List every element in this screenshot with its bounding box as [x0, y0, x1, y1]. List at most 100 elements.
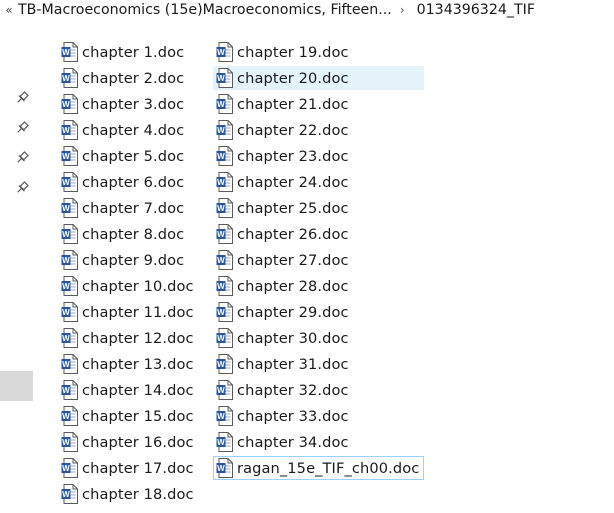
file-name-label: chapter 24.doc	[237, 173, 349, 191]
file-name-label: chapter 6.doc	[82, 173, 185, 191]
file-item[interactable]: Wchapter 4.doc	[58, 118, 184, 142]
word-document-icon: W	[216, 120, 234, 140]
file-item[interactable]: Wchapter 29.doc	[213, 300, 349, 324]
file-name-label: chapter 13.doc	[82, 355, 194, 373]
file-name-label: chapter 10.doc	[82, 277, 194, 295]
file-item[interactable]: Wchapter 20.doc	[213, 66, 424, 90]
nav-pane-selected-item[interactable]	[0, 371, 33, 401]
navigation-pane	[0, 20, 34, 513]
file-item[interactable]: Wchapter 30.doc	[213, 326, 349, 350]
file-item[interactable]: Wchapter 11.doc	[58, 300, 194, 324]
file-item[interactable]: Wchapter 2.doc	[58, 66, 184, 90]
pin-icon[interactable]	[14, 150, 30, 166]
file-item[interactable]: Wchapter 24.doc	[213, 170, 349, 194]
file-name-label: chapter 16.doc	[82, 433, 194, 451]
svg-text:W: W	[217, 464, 225, 473]
svg-text:W: W	[62, 178, 70, 187]
svg-text:W: W	[62, 204, 70, 213]
svg-text:W: W	[217, 256, 225, 265]
file-name-label: chapter 12.doc	[82, 329, 194, 347]
breadcrumb-overflow-button[interactable]: «	[2, 3, 16, 17]
file-name-label: chapter 32.doc	[237, 381, 349, 399]
file-item[interactable]: Wchapter 19.doc	[213, 40, 349, 64]
file-item[interactable]: Wchapter 6.doc	[58, 170, 184, 194]
breadcrumb-item-current-folder[interactable]: 0134396324_TIF	[417, 2, 535, 18]
word-document-icon: W	[61, 276, 79, 296]
word-document-icon: W	[61, 380, 79, 400]
file-item[interactable]: Wchapter 22.doc	[213, 118, 349, 142]
word-document-icon: W	[61, 94, 79, 114]
file-item[interactable]: Wchapter 27.doc	[213, 248, 349, 272]
pin-icon[interactable]	[14, 180, 30, 196]
file-name-label: chapter 1.doc	[82, 43, 185, 61]
word-document-icon: W	[216, 250, 234, 270]
file-item[interactable]: Wragan_15e_TIF_ch00.doc	[213, 456, 424, 480]
file-item[interactable]: Wchapter 25.doc	[213, 196, 349, 220]
word-document-icon: W	[61, 432, 79, 452]
file-name-label: chapter 25.doc	[237, 199, 349, 217]
file-item[interactable]: Wchapter 33.doc	[213, 404, 349, 428]
file-item[interactable]: Wchapter 17.doc	[58, 456, 194, 480]
file-item[interactable]: Wchapter 34.doc	[213, 430, 349, 454]
svg-text:W: W	[217, 152, 225, 161]
svg-text:W: W	[62, 152, 70, 161]
file-name-label: chapter 23.doc	[237, 147, 349, 165]
file-item[interactable]: Wchapter 32.doc	[213, 378, 349, 402]
pin-icon[interactable]	[14, 120, 30, 136]
file-item[interactable]: Wchapter 14.doc	[58, 378, 194, 402]
file-name-label: chapter 26.doc	[237, 225, 349, 243]
file-item[interactable]: Wchapter 12.doc	[58, 326, 194, 350]
file-item[interactable]: Wchapter 16.doc	[58, 430, 194, 454]
file-item[interactable]: Wchapter 18.doc	[58, 482, 194, 506]
word-document-icon: W	[216, 172, 234, 192]
file-item[interactable]: Wchapter 13.doc	[58, 352, 194, 376]
word-document-icon: W	[61, 458, 79, 478]
svg-text:W: W	[62, 464, 70, 473]
word-document-icon: W	[61, 354, 79, 374]
svg-text:W: W	[217, 100, 225, 109]
word-document-icon: W	[61, 302, 79, 322]
file-item[interactable]: Wchapter 21.doc	[213, 92, 349, 116]
word-document-icon: W	[216, 94, 234, 114]
word-document-icon: W	[61, 250, 79, 270]
breadcrumb-item-parent-folder[interactable]: TB-Macroeconomics (15e)Macroeconomics, F…	[18, 2, 392, 18]
word-document-icon: W	[216, 458, 234, 478]
pin-icon[interactable]	[14, 90, 30, 106]
file-item[interactable]: Wchapter 23.doc	[213, 144, 349, 168]
word-document-icon: W	[61, 484, 79, 504]
svg-text:W: W	[62, 334, 70, 343]
chevron-right-icon[interactable]: ›	[400, 3, 405, 17]
word-document-icon: W	[61, 172, 79, 192]
file-item[interactable]: Wchapter 9.doc	[58, 248, 184, 272]
file-item[interactable]: Wchapter 31.doc	[213, 352, 349, 376]
word-document-icon: W	[216, 302, 234, 322]
svg-text:W: W	[217, 386, 225, 395]
svg-text:W: W	[62, 74, 70, 83]
svg-text:W: W	[217, 438, 225, 447]
file-item[interactable]: Wchapter 26.doc	[213, 222, 349, 246]
file-name-label: chapter 2.doc	[82, 69, 185, 87]
file-item[interactable]: Wchapter 10.doc	[58, 274, 194, 298]
svg-text:W: W	[217, 308, 225, 317]
file-item[interactable]: Wchapter 5.doc	[58, 144, 184, 168]
file-item[interactable]: Wchapter 7.doc	[58, 196, 184, 220]
svg-text:W: W	[217, 334, 225, 343]
file-item[interactable]: Wchapter 1.doc	[58, 40, 184, 64]
svg-text:W: W	[62, 386, 70, 395]
word-document-icon: W	[61, 198, 79, 218]
file-item[interactable]: Wchapter 8.doc	[58, 222, 184, 246]
file-item[interactable]: Wchapter 15.doc	[58, 404, 194, 428]
file-name-label: chapter 7.doc	[82, 199, 185, 217]
file-name-label: chapter 31.doc	[237, 355, 349, 373]
svg-text:W: W	[217, 204, 225, 213]
svg-text:W: W	[62, 308, 70, 317]
file-name-label: chapter 4.doc	[82, 121, 185, 139]
breadcrumb: « TB-Macroeconomics (15e)Macroeconomics,…	[0, 0, 614, 20]
file-item[interactable]: Wchapter 3.doc	[58, 92, 184, 116]
file-name-label: chapter 27.doc	[237, 251, 349, 269]
file-name-label: chapter 28.doc	[237, 277, 349, 295]
svg-text:W: W	[217, 360, 225, 369]
word-document-icon: W	[61, 406, 79, 426]
file-item[interactable]: Wchapter 28.doc	[213, 274, 349, 298]
word-document-icon: W	[216, 432, 234, 452]
